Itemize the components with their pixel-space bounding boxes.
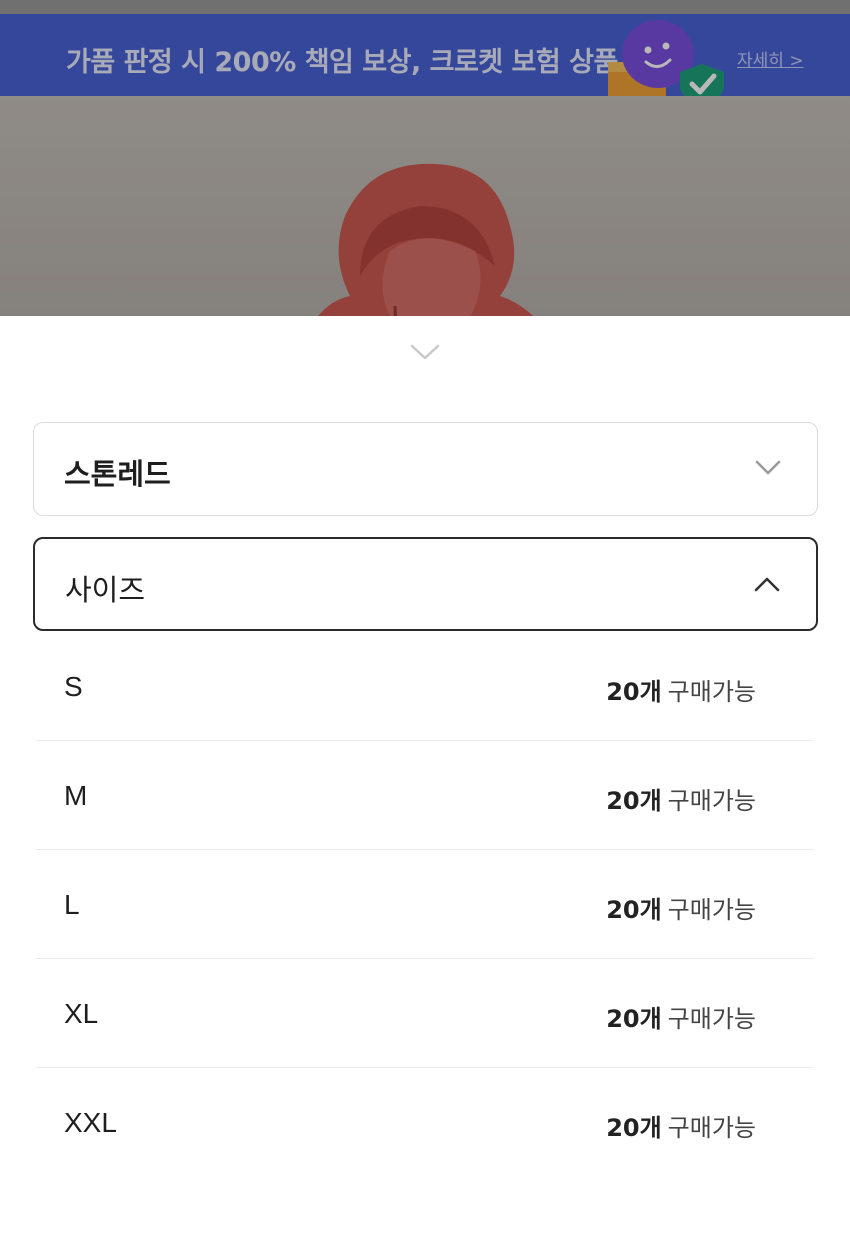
size-name: L — [64, 889, 80, 920]
size-option-xxl[interactable]: XXL 20개 구매가능 — [36, 1068, 814, 1177]
size-name: M — [64, 780, 88, 811]
stock-count: 20개 — [606, 787, 662, 815]
stock-status: 구매가능 — [667, 896, 756, 924]
stock-count: 20개 — [606, 678, 662, 706]
option-bottom-sheet: 스톤레드 사이즈 S 20개 구매가능 M 20개 구매가능 L 20개 구매가능 X… — [0, 316, 850, 1241]
stock-status: 구매가능 — [667, 787, 756, 815]
chevron-down-icon[interactable] — [409, 342, 441, 362]
color-select[interactable]: 스톤레드 — [33, 422, 818, 516]
stock-status: 구매가능 — [667, 678, 756, 706]
size-name: XL — [64, 998, 99, 1029]
size-select[interactable]: 사이즈 — [33, 537, 818, 631]
stock-info: 20개 구매가능 — [606, 781, 756, 816]
size-name: XXL — [64, 1107, 117, 1138]
stock-count: 20개 — [606, 1114, 662, 1142]
stock-info: 20개 구매가능 — [606, 999, 756, 1034]
size-option-s[interactable]: S 20개 구매가능 — [36, 632, 814, 741]
size-name: S — [64, 671, 83, 702]
background-product-page: 가품 판정 시 200% 책임 보상, 크로켓 보험 상품 자세히 > — [0, 0, 850, 316]
stock-count: 20개 — [606, 896, 662, 924]
stock-info: 20개 구매가능 — [606, 1108, 756, 1143]
dim-overlay[interactable] — [0, 0, 850, 316]
size-option-l[interactable]: L 20개 구매가능 — [36, 850, 814, 959]
stock-status: 구매가능 — [667, 1005, 756, 1033]
stock-info: 20개 구매가능 — [606, 672, 756, 707]
size-option-m[interactable]: M 20개 구매가능 — [36, 741, 814, 850]
chevron-up-icon — [754, 577, 780, 592]
size-option-xl[interactable]: XL 20개 구매가능 — [36, 959, 814, 1068]
size-option-list: S 20개 구매가능 M 20개 구매가능 L 20개 구매가능 XL 20개 구매가능… — [36, 632, 814, 1177]
chevron-down-icon — [755, 460, 781, 475]
stock-info: 20개 구매가능 — [606, 890, 756, 925]
color-select-value: 스톤레드 — [64, 457, 171, 491]
stock-count: 20개 — [606, 1005, 662, 1033]
size-select-label: 사이즈 — [65, 573, 146, 607]
stock-status: 구매가능 — [667, 1114, 756, 1142]
